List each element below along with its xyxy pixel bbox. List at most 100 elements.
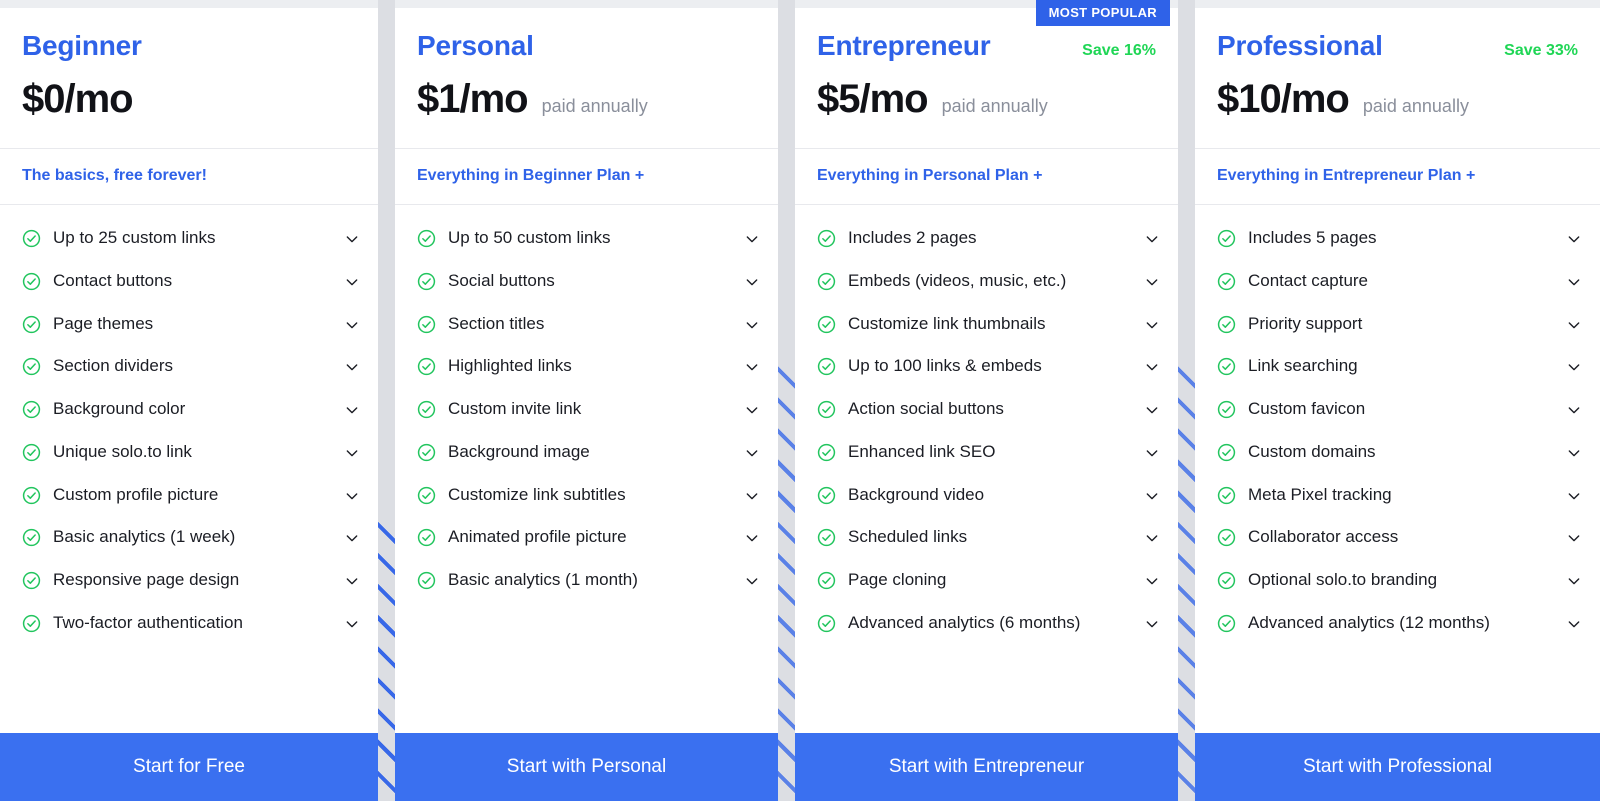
check-circle-icon (1217, 614, 1236, 633)
feature-row[interactable]: Custom favicon (1217, 398, 1582, 441)
feature-row[interactable]: Contact buttons (22, 270, 360, 313)
chevron-down-icon[interactable] (1144, 402, 1160, 418)
feature-row[interactable]: Section titles (417, 313, 760, 356)
chevron-down-icon[interactable] (744, 573, 760, 589)
chevron-down-icon[interactable] (344, 274, 360, 290)
feature-row[interactable]: Collaborator access (1217, 526, 1582, 569)
chevron-down-icon[interactable] (1144, 616, 1160, 632)
check-circle-icon (22, 486, 41, 505)
check-circle-icon (1217, 357, 1236, 376)
chevron-down-icon[interactable] (744, 359, 760, 375)
chevron-down-icon[interactable] (344, 445, 360, 461)
feature-row[interactable]: Includes 2 pages (817, 227, 1160, 270)
feature-row[interactable]: Background color (22, 398, 360, 441)
feature-row[interactable]: Background video (817, 484, 1160, 527)
chevron-down-icon[interactable] (1566, 317, 1582, 333)
cta-button-professional[interactable]: Start with Professional (1195, 733, 1600, 801)
chevron-down-icon[interactable] (1144, 359, 1160, 375)
cta-button-entrepreneur[interactable]: Start with Entrepreneur (795, 733, 1178, 801)
feature-row[interactable]: Customize link thumbnails (817, 313, 1160, 356)
feature-label: Custom domains (1248, 441, 1376, 461)
chevron-down-icon[interactable] (744, 530, 760, 546)
check-circle-icon (817, 486, 836, 505)
chevron-down-icon[interactable] (1144, 573, 1160, 589)
feature-row[interactable]: Custom profile picture (22, 484, 360, 527)
feature-row[interactable]: Page themes (22, 313, 360, 356)
feature-row[interactable]: Background image (417, 441, 760, 484)
feature-row[interactable]: Enhanced link SEO (817, 441, 1160, 484)
feature-label: Enhanced link SEO (848, 441, 996, 461)
chevron-down-icon[interactable] (1566, 359, 1582, 375)
chevron-down-icon[interactable] (1566, 616, 1582, 632)
check-circle-icon (817, 528, 836, 547)
most-popular-badge: MOST POPULAR (1035, 0, 1170, 26)
plan-price: $1/mo (417, 77, 529, 121)
chevron-down-icon[interactable] (1144, 530, 1160, 546)
chevron-down-icon[interactable] (744, 317, 760, 333)
feature-row[interactable]: Section dividers (22, 355, 360, 398)
feature-row[interactable]: Advanced analytics (12 months) (1217, 612, 1582, 655)
check-circle-icon (1217, 528, 1236, 547)
chevron-down-icon[interactable] (344, 402, 360, 418)
chevron-down-icon[interactable] (344, 359, 360, 375)
hatch-pattern (1178, 360, 1195, 801)
chevron-down-icon[interactable] (1566, 488, 1582, 504)
chevron-down-icon[interactable] (1566, 445, 1582, 461)
cta-button-personal[interactable]: Start with Personal (395, 733, 778, 801)
feature-row[interactable]: Up to 25 custom links (22, 227, 360, 270)
feature-row[interactable]: Link searching (1217, 355, 1582, 398)
feature-row[interactable]: Customize link subtitles (417, 484, 760, 527)
feature-row[interactable]: Optional solo.to branding (1217, 569, 1582, 612)
chevron-down-icon[interactable] (1566, 402, 1582, 418)
feature-row[interactable]: Up to 100 links & embeds (817, 355, 1160, 398)
chevron-down-icon[interactable] (1566, 573, 1582, 589)
chevron-down-icon[interactable] (1144, 488, 1160, 504)
feature-row[interactable]: Meta Pixel tracking (1217, 484, 1582, 527)
feature-row[interactable]: Custom domains (1217, 441, 1582, 484)
feature-row[interactable]: Animated profile picture (417, 526, 760, 569)
feature-row[interactable]: Unique solo.to link (22, 441, 360, 484)
feature-label: Custom profile picture (53, 484, 219, 504)
feature-label: Priority support (1248, 313, 1363, 333)
chevron-down-icon[interactable] (744, 274, 760, 290)
feature-row[interactable]: Highlighted links (417, 355, 760, 398)
feature-row[interactable]: Priority support (1217, 313, 1582, 356)
feature-row[interactable]: Two-factor authentication (22, 612, 360, 655)
chevron-down-icon[interactable] (344, 616, 360, 632)
chevron-down-icon[interactable] (344, 317, 360, 333)
plan-price: $0/mo (22, 77, 134, 121)
feature-row[interactable]: Contact capture (1217, 270, 1582, 313)
chevron-down-icon[interactable] (744, 445, 760, 461)
feature-row[interactable]: Embeds (videos, music, etc.) (817, 270, 1160, 313)
feature-row[interactable]: Social buttons (417, 270, 760, 313)
chevron-down-icon[interactable] (1144, 317, 1160, 333)
chevron-down-icon[interactable] (1566, 274, 1582, 290)
chevron-down-icon[interactable] (1144, 274, 1160, 290)
chevron-down-icon[interactable] (344, 488, 360, 504)
feature-row[interactable]: Up to 50 custom links (417, 227, 760, 270)
feature-row[interactable]: Custom invite link (417, 398, 760, 441)
chevron-down-icon[interactable] (744, 488, 760, 504)
chevron-down-icon[interactable] (744, 402, 760, 418)
chevron-down-icon[interactable] (344, 231, 360, 247)
feature-row[interactable]: Responsive page design (22, 569, 360, 612)
plan-header: Professional Save 33% $10/mo paid annual… (1195, 8, 1600, 148)
feature-row[interactable]: Basic analytics (1 month) (417, 569, 760, 612)
chevron-down-icon[interactable] (744, 231, 760, 247)
cta-button-beginner[interactable]: Start for Free (0, 733, 378, 801)
feature-row[interactable]: Includes 5 pages (1217, 227, 1582, 270)
chevron-down-icon[interactable] (1144, 445, 1160, 461)
chevron-down-icon[interactable] (344, 573, 360, 589)
feature-row[interactable]: Action social buttons (817, 398, 1160, 441)
chevron-down-icon[interactable] (1566, 530, 1582, 546)
feature-row[interactable]: Advanced analytics (6 months) (817, 612, 1160, 655)
chevron-down-icon[interactable] (344, 530, 360, 546)
check-circle-icon (22, 614, 41, 633)
feature-label: Includes 2 pages (848, 228, 977, 247)
feature-row[interactable]: Page cloning (817, 569, 1160, 612)
feature-row[interactable]: Scheduled links (817, 526, 1160, 569)
feature-row[interactable]: Basic analytics (1 week) (22, 526, 360, 569)
feature-label: Background color (53, 399, 186, 418)
chevron-down-icon[interactable] (1144, 231, 1160, 247)
chevron-down-icon[interactable] (1566, 231, 1582, 247)
